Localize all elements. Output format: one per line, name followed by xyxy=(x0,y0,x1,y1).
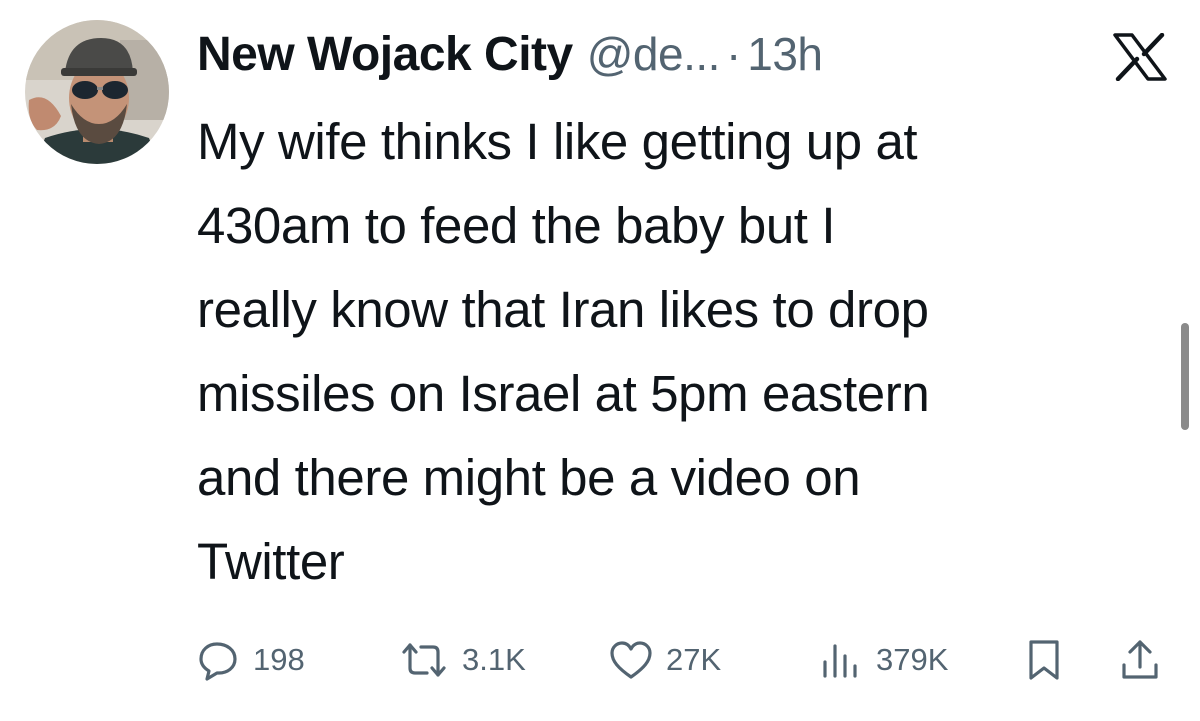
retweet-count: 3.1K xyxy=(462,642,526,677)
share-button[interactable] xyxy=(1118,632,1162,688)
x-logo-icon[interactable] xyxy=(1112,32,1168,82)
bookmark-button[interactable] xyxy=(1024,632,1064,688)
heart-icon xyxy=(608,638,654,682)
action-bar: 198 3.1K 27K 379K xyxy=(0,632,1200,688)
views-button[interactable]: 379K xyxy=(818,632,948,688)
views-count: 379K xyxy=(876,642,949,677)
tweet-header: New Wojack City @de... · 13h xyxy=(197,22,823,86)
reply-icon xyxy=(197,638,241,682)
display-name[interactable]: New Wojack City xyxy=(197,27,573,82)
retweet-icon xyxy=(398,638,450,682)
bar-chart-icon xyxy=(818,638,864,682)
separator-dot: · xyxy=(725,28,742,80)
avatar-photo xyxy=(25,20,169,164)
timestamp[interactable]: 13h xyxy=(747,27,823,81)
reply-count: 198 xyxy=(253,642,305,677)
user-handle[interactable]: @de... xyxy=(587,27,721,81)
like-button[interactable]: 27K xyxy=(608,632,721,688)
share-icon xyxy=(1118,637,1162,683)
tweet-text: My wife thinks I like getting up at 430a… xyxy=(197,113,930,590)
like-count: 27K xyxy=(666,642,722,677)
reply-button[interactable]: 198 xyxy=(197,632,305,688)
tweet-card: New Wojack City @de... · 13h My wife thi… xyxy=(0,0,1200,721)
bookmark-icon xyxy=(1024,637,1064,683)
retweet-button[interactable]: 3.1K xyxy=(398,632,526,688)
scrollbar-thumb[interactable] xyxy=(1181,323,1189,430)
avatar[interactable] xyxy=(25,20,169,164)
